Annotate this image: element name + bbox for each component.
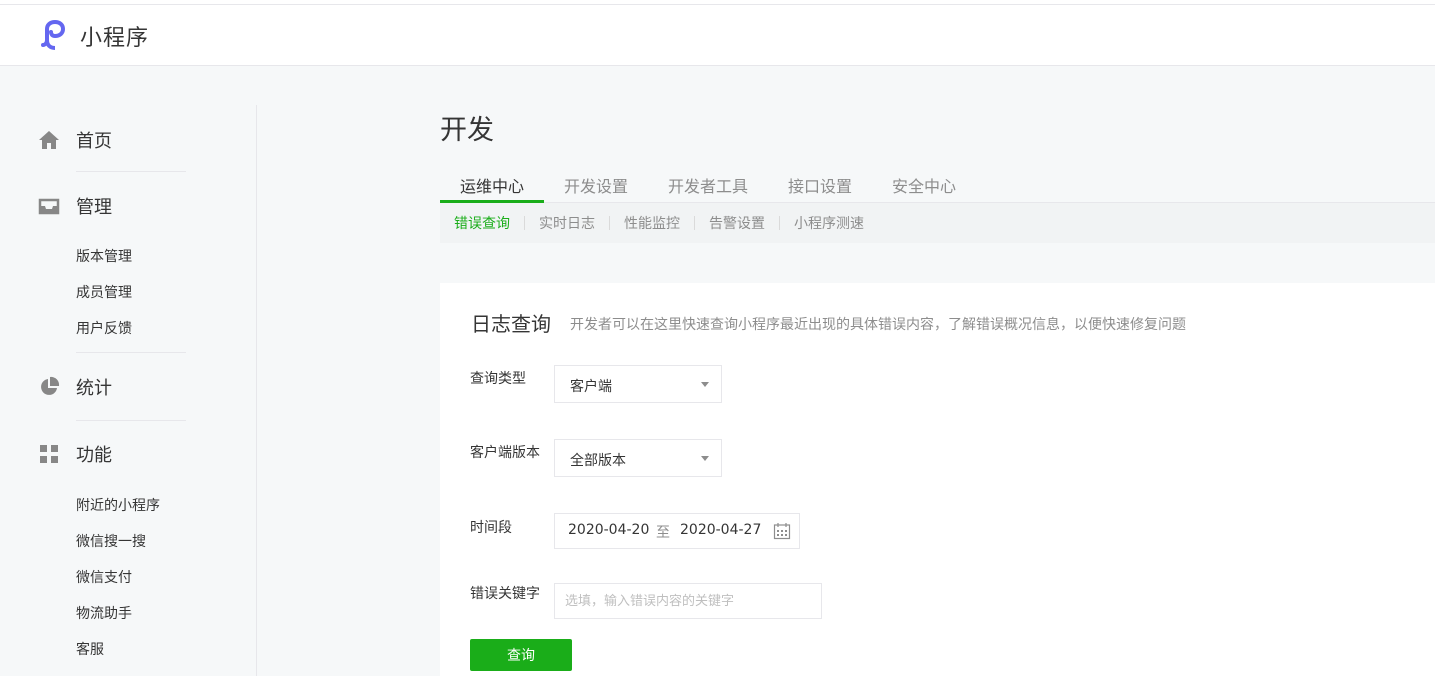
sidebar-item-label: 功能: [76, 445, 112, 466]
sidebar-subitem-feedback[interactable]: 用户反馈: [76, 318, 132, 338]
inbox-icon: [38, 198, 60, 215]
sidebar-item-features[interactable]: 功能: [38, 440, 186, 468]
client-version-select[interactable]: 全部版本: [554, 439, 722, 477]
query-button[interactable]: 查询: [470, 639, 572, 671]
nav-divider: [76, 420, 186, 421]
sidebar-item-manage[interactable]: 管理: [38, 192, 186, 220]
keyword-label: 错误关键字: [470, 586, 540, 602]
sidebar-subitem-logistics[interactable]: 物流助手: [76, 603, 132, 623]
panel-description: 开发者可以在这里快速查询小程序最近出现的具体错误内容，了解错误概况信息，以便快速…: [570, 317, 1186, 333]
chevron-down-icon: [701, 382, 709, 387]
sidebar-item-label: 管理: [76, 197, 112, 218]
tab-dev-settings[interactable]: 开发设置: [564, 173, 628, 197]
sidebar-item-label: 首页: [76, 131, 112, 152]
brand-name: 小程序: [80, 26, 150, 51]
error-keyword-input[interactable]: [554, 583, 822, 619]
sidebar-item-stats[interactable]: 统计: [38, 373, 186, 401]
date-range-picker[interactable]: 2020-04-20 至 2020-04-27: [554, 513, 800, 549]
grid-icon: [40, 445, 58, 463]
query-type-value: 客户端: [570, 379, 612, 395]
end-date: 2020-04-27: [680, 522, 762, 538]
tab-dev-tools[interactable]: 开发者工具: [668, 173, 748, 197]
sidebar-subitem-members[interactable]: 成员管理: [76, 282, 132, 302]
pie-chart-icon: [41, 376, 60, 395]
subtab-divider: [524, 216, 525, 230]
tab-api-settings[interactable]: 接口设置: [788, 173, 852, 197]
log-query-panel: 日志查询 开发者可以在这里快速查询小程序最近出现的具体错误内容，了解错误概况信息…: [440, 283, 1435, 676]
top-header: 小程序: [0, 5, 1435, 66]
nav-divider: [76, 171, 186, 172]
subtab-divider: [609, 216, 610, 230]
sidebar-subitem-versions[interactable]: 版本管理: [76, 246, 132, 266]
calendar-icon: [773, 523, 791, 540]
client-version-label: 客户端版本: [470, 445, 540, 461]
client-version-value: 全部版本: [570, 453, 626, 469]
page-title: 开发: [440, 115, 494, 146]
sidebar-nav: 首页 管理 版本管理 成员管理 用户反馈 统计 功能 附近的小程序 微信搜一搜 …: [0, 105, 257, 676]
home-icon: [39, 131, 59, 149]
tab-security-center[interactable]: 安全中心: [892, 173, 956, 197]
panel-title: 日志查询: [471, 312, 551, 336]
sidebar-subitem-search[interactable]: 微信搜一搜: [76, 531, 146, 551]
chevron-down-icon: [701, 456, 709, 461]
sidebar-subitem-nearby[interactable]: 附近的小程序: [76, 495, 160, 515]
miniprogram-logo-icon[interactable]: [38, 18, 72, 52]
subtab-performance[interactable]: 性能监控: [624, 213, 680, 233]
query-type-select[interactable]: 客户端: [554, 365, 722, 403]
subtab-speed-test[interactable]: 小程序测速: [794, 213, 864, 233]
subtab-divider: [694, 216, 695, 230]
subtab-divider: [779, 216, 780, 230]
subtab-error-query[interactable]: 错误查询: [454, 213, 510, 233]
sidebar-subitem-pay[interactable]: 微信支付: [76, 567, 132, 587]
nav-divider: [76, 352, 186, 353]
start-date: 2020-04-20: [568, 522, 650, 538]
tab-ops-center[interactable]: 运维中心: [460, 173, 524, 197]
sub-tabs: 错误查询 实时日志 性能监控 告警设置 小程序测速: [440, 203, 1435, 243]
period-label: 时间段: [470, 520, 512, 536]
query-type-label: 查询类型: [470, 371, 526, 387]
subtab-alerts[interactable]: 告警设置: [709, 213, 765, 233]
sidebar-item-home[interactable]: 首页: [38, 126, 186, 154]
main-tabs: 运维中心 开发设置 开发者工具 接口设置 安全中心: [440, 165, 1435, 203]
date-separator: 至: [656, 525, 670, 541]
subtab-realtime-log[interactable]: 实时日志: [539, 213, 595, 233]
sidebar-subitem-service[interactable]: 客服: [76, 639, 104, 659]
sidebar-item-label: 统计: [76, 378, 112, 399]
